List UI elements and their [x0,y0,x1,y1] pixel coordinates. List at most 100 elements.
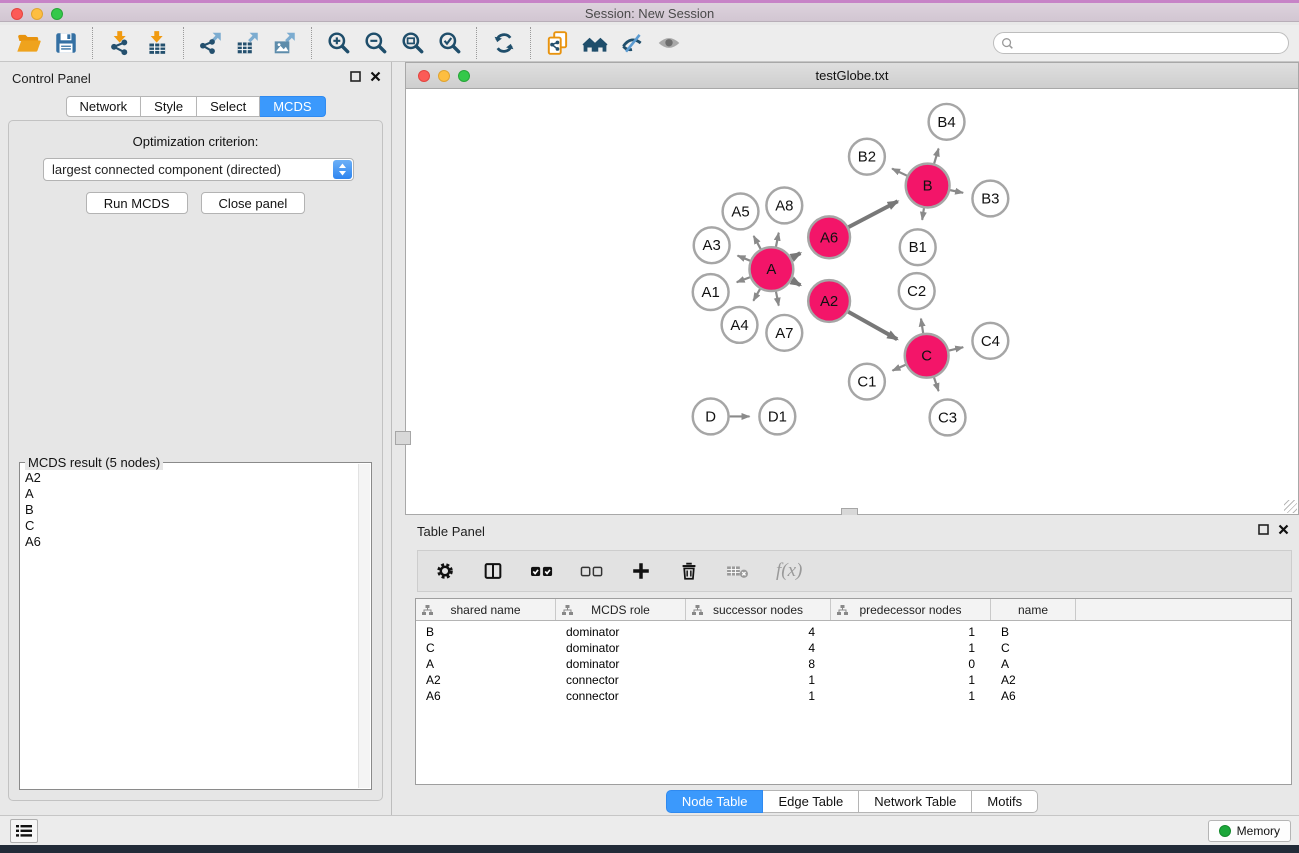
edge-A-A2[interactable] [791,280,800,285]
edge-C-C1[interactable] [893,365,906,371]
export-image-button[interactable] [268,27,301,59]
import-table-button[interactable] [140,27,173,59]
import-network-button[interactable] [103,27,136,59]
column-header-shared-name[interactable]: shared name [416,599,556,620]
result-item[interactable]: C [25,518,357,534]
cell[interactable]: connector [556,673,686,687]
close-panel-button[interactable]: Close panel [201,192,306,214]
cell[interactable]: B [991,625,1076,639]
column-header-MCDS-role[interactable]: MCDS role [556,599,686,620]
tab-node-table[interactable]: Node Table [666,790,764,813]
task-history-button[interactable] [10,819,38,843]
zoom-in-button[interactable] [322,27,355,59]
cell[interactable]: 1 [831,641,991,655]
cell[interactable]: dominator [556,657,686,671]
cell[interactable]: dominator [556,641,686,655]
edge-B-B1[interactable] [922,208,924,220]
resize-grip[interactable] [1284,500,1297,513]
edge-A6-B[interactable] [849,201,898,227]
edge-B-B2[interactable] [892,169,907,176]
cell[interactable]: 1 [831,673,991,687]
cell[interactable]: A2 [416,673,556,687]
copy-network-button[interactable] [541,27,574,59]
run-mcds-button[interactable]: Run MCDS [86,192,188,214]
zoom-out-button[interactable] [359,27,392,59]
table-settings-button[interactable] [434,560,456,582]
table-row[interactable]: Bdominator41B [416,624,1291,640]
edge-A-A5[interactable] [754,236,761,249]
cell[interactable]: 4 [686,641,831,655]
search-input[interactable] [1019,36,1281,50]
open-session-button[interactable] [12,27,45,59]
tab-mcds[interactable]: MCDS [260,96,325,117]
tab-edge-table[interactable]: Edge Table [763,790,859,813]
cell[interactable]: B [416,625,556,639]
result-item[interactable]: B [25,502,357,518]
edge-B-B3[interactable] [950,190,963,193]
criterion-select[interactable]: largest connected component (directed) [43,158,354,181]
cell[interactable]: 1 [686,673,831,687]
cell[interactable]: dominator [556,625,686,639]
eye-button[interactable] [652,27,685,59]
cell[interactable]: 0 [831,657,991,671]
table-row[interactable]: Adominator80A [416,656,1291,672]
show-columns-button[interactable] [530,560,554,582]
tab-network[interactable]: Network [65,96,141,117]
cell[interactable]: A2 [991,673,1076,687]
edge-A-A1[interactable] [737,277,750,282]
edge-C-C4[interactable] [949,347,963,350]
birdseye-handle-left[interactable] [395,431,411,445]
search-box[interactable] [993,32,1289,54]
cell[interactable]: connector [556,689,686,703]
edge-A-A4[interactable] [753,289,760,301]
export-table-button[interactable] [231,27,264,59]
refresh-button[interactable] [487,27,520,59]
save-session-button[interactable] [49,27,82,59]
create-column-button[interactable] [630,560,652,582]
cell[interactable]: A6 [991,689,1076,703]
cell[interactable]: 4 [686,625,831,639]
edge-A2-C[interactable] [848,312,897,339]
pen-eye-button[interactable] [615,27,648,59]
column-header-name[interactable]: name [991,599,1076,620]
float-panel-icon[interactable] [350,71,361,82]
cell[interactable]: 1 [686,689,831,703]
tab-motifs[interactable]: Motifs [972,790,1038,813]
result-item[interactable]: A2 [25,470,357,486]
table-row[interactable]: A2connector11A2 [416,672,1291,688]
tab-style[interactable]: Style [141,96,197,117]
table-row[interactable]: A6connector11A6 [416,688,1291,704]
edge-C-C3[interactable] [934,377,939,391]
delete-table-button[interactable] [726,561,750,581]
split-column-button[interactable] [482,560,504,582]
delete-column-button[interactable] [678,560,700,582]
edge-A-A3[interactable] [738,256,751,261]
tab-select[interactable]: Select [197,96,260,117]
edge-A-A7[interactable] [776,292,779,306]
float-panel-icon[interactable] [1258,524,1269,535]
cell[interactable]: C [991,641,1076,655]
houses-button[interactable] [578,27,611,59]
cell[interactable]: 8 [686,657,831,671]
cell[interactable]: A [416,657,556,671]
memory-button[interactable]: Memory [1208,820,1291,842]
result-scrollbar[interactable] [358,464,370,788]
edge-C-C2[interactable] [921,319,923,334]
cell[interactable]: A6 [416,689,556,703]
result-item[interactable]: A [25,486,357,502]
edge-A-A6[interactable] [791,253,800,258]
network-canvas[interactable]: B4B2BB3A8A5A6A3B1AA1C2A2A4A7C4CC1C3DD1 [406,90,1298,514]
table-row[interactable]: Cdominator41C [416,640,1291,656]
column-header-successor-nodes[interactable]: successor nodes [686,599,831,620]
edge-A-A8[interactable] [776,233,779,247]
network-window-titlebar[interactable]: testGlobe.txt [406,63,1298,89]
cell[interactable]: C [416,641,556,655]
tab-network-table[interactable]: Network Table [859,790,972,813]
cell[interactable]: 1 [831,625,991,639]
cell[interactable]: 1 [831,689,991,703]
zoom-fit-button[interactable] [396,27,429,59]
close-panel-icon[interactable] [1278,524,1289,535]
zoom-selected-button[interactable] [433,27,466,59]
result-item[interactable]: A6 [25,534,357,550]
edge-B-B4[interactable] [934,149,938,164]
